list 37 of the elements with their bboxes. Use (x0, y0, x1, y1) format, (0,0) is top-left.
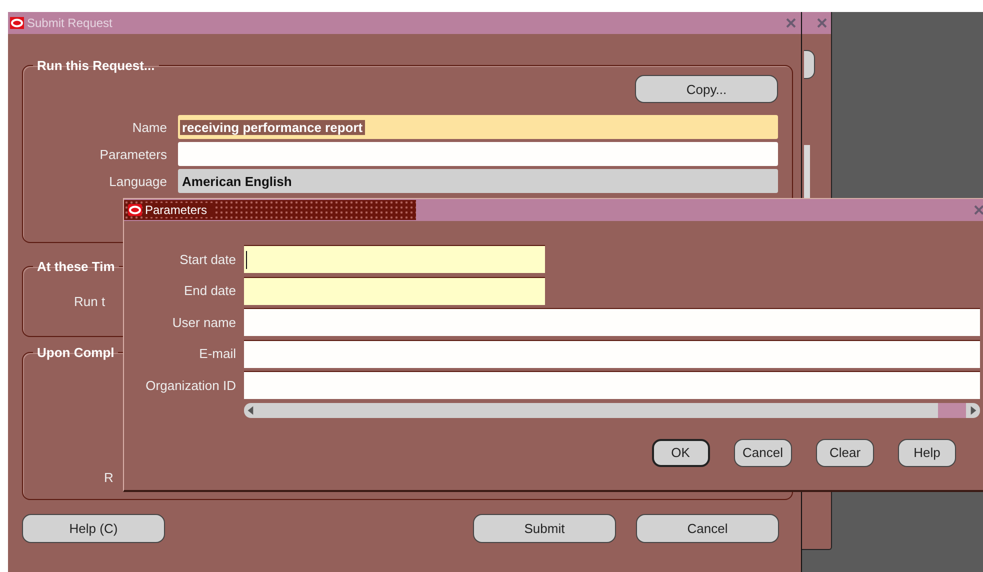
oracle-logo-icon (10, 17, 24, 29)
dialog-button[interactable]: OK (652, 438, 710, 467)
field-label: Start date (178, 252, 236, 266)
field-label: R (104, 470, 114, 485)
input-field[interactable] (244, 245, 545, 273)
dialog-button[interactable]: Cancel (734, 438, 792, 467)
field-label: User name (171, 314, 236, 330)
field-label: Run t (74, 294, 106, 309)
group-title: Run this Request... (36, 58, 156, 73)
input-field[interactable]: receiving performance report (178, 115, 778, 139)
input-field[interactable]: American English (178, 169, 778, 193)
group-title: At these Tim (36, 259, 116, 274)
oracle-logo-icon (128, 204, 142, 216)
input-field[interactable] (244, 308, 980, 336)
field-label: E-mail (198, 346, 236, 362)
input-field[interactable] (178, 142, 778, 166)
scroll-thumb[interactable] (938, 402, 966, 418)
group-title: Upon Compl (36, 345, 116, 360)
field-label: Name (131, 120, 167, 134)
input-field[interactable] (244, 371, 980, 400)
input-field[interactable] (244, 276, 545, 305)
window-title: Submit Request (27, 16, 114, 30)
dialog-button[interactable]: Help (898, 438, 956, 467)
partial-button[interactable] (804, 50, 815, 79)
text-cursor (246, 250, 247, 268)
field-label: Parameters (98, 146, 167, 162)
field-label: End date (182, 283, 236, 298)
copy-button[interactable]: Copy... (635, 75, 778, 103)
input-field[interactable] (244, 340, 980, 368)
dialog-button[interactable]: Clear (816, 438, 874, 467)
dialog-button[interactable]: Help (C) (22, 514, 165, 543)
dialog-button[interactable]: Submit (473, 514, 616, 543)
horizontal-scrollbar[interactable] (244, 402, 980, 418)
field-label: Organization ID (144, 378, 236, 393)
dialog-button[interactable]: Cancel (636, 514, 779, 543)
field-label: Language (108, 174, 167, 188)
window-title: Parameters (145, 203, 214, 217)
